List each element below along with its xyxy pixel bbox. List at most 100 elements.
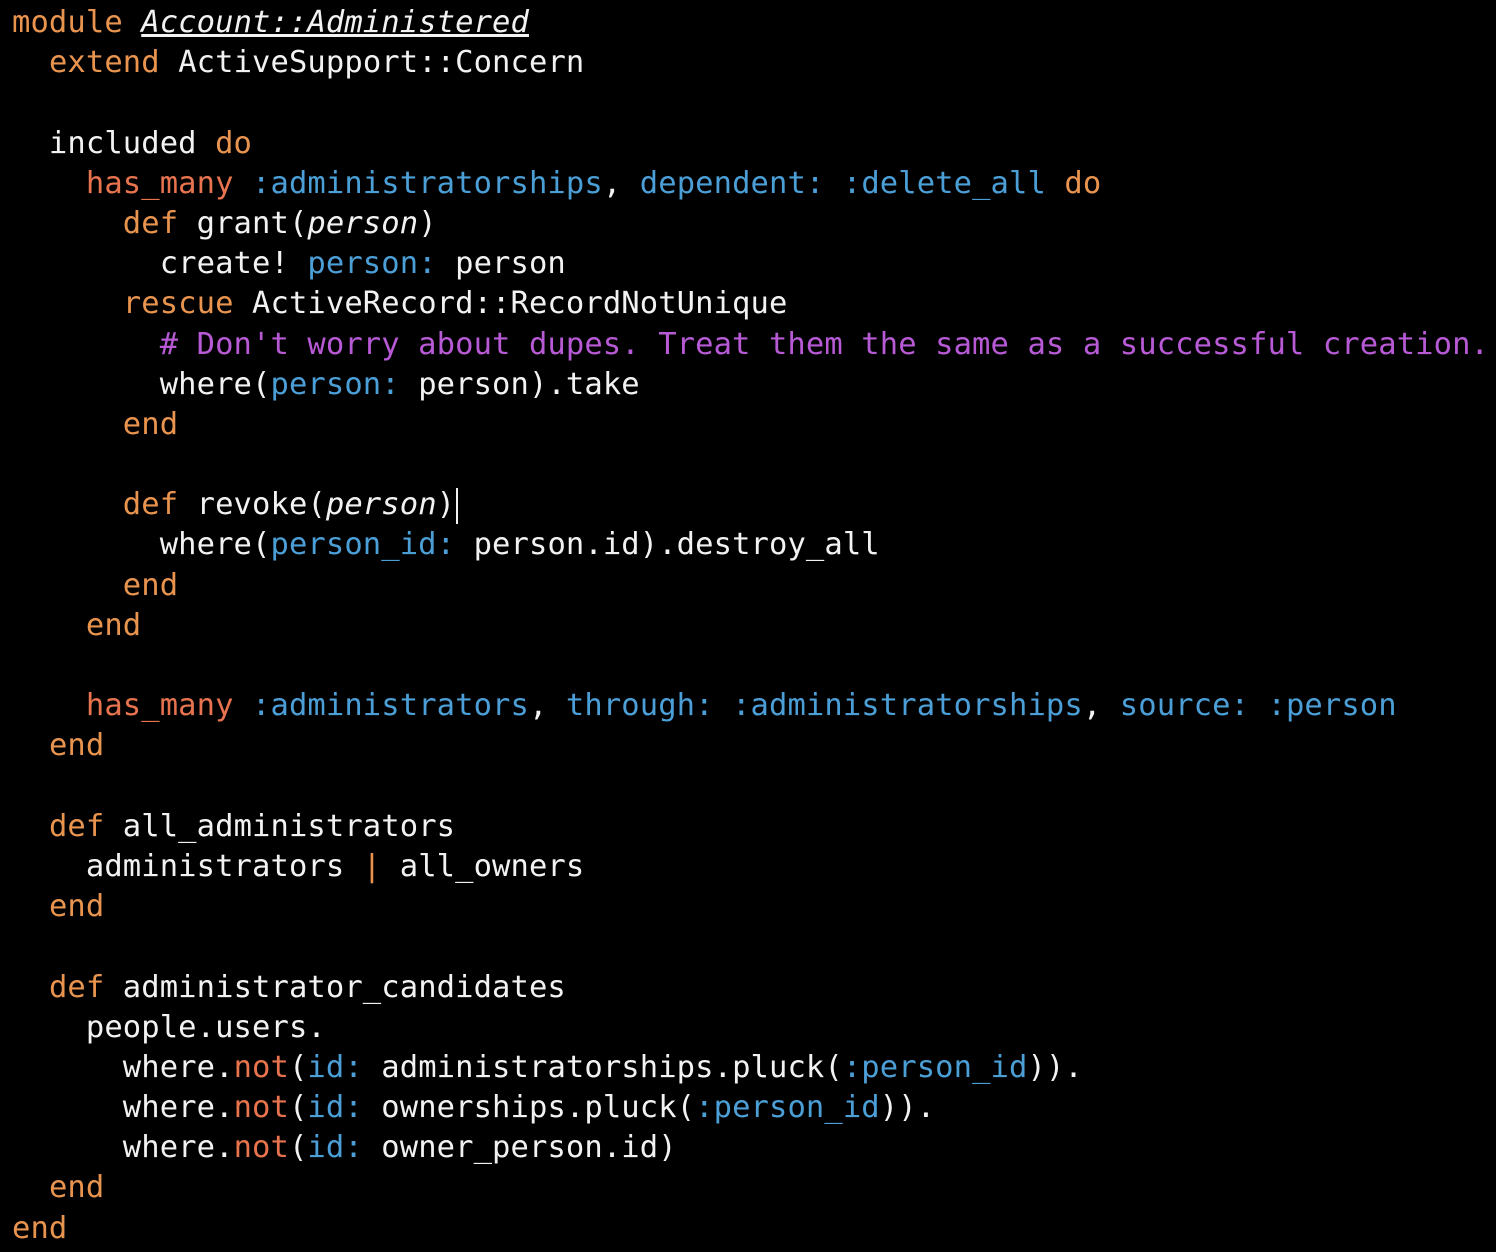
code-line[interactable]: administrators | all_owners: [0, 847, 1496, 887]
code-token: owner_person.id): [362, 1130, 677, 1166]
code-token: (: [288, 1090, 308, 1126]
code-line[interactable]: [0, 767, 1496, 807]
code-token: rescue: [122, 286, 234, 322]
code-line[interactable]: extend ActiveSupport::Concern: [0, 43, 1496, 83]
code-line[interactable]: people.users.: [0, 1008, 1496, 1048]
code-token: not: [233, 1090, 289, 1126]
code-token: ,: [1082, 688, 1120, 724]
code-token: end: [48, 728, 105, 764]
code-token: person: [307, 205, 419, 241]
code-line[interactable]: rescue ActiveRecord::RecordNotUnique: [0, 284, 1496, 324]
code-token: ,: [602, 165, 640, 201]
code-token: person: [436, 246, 566, 282]
code-token: end: [48, 1170, 105, 1206]
code-line[interactable]: end: [0, 887, 1496, 927]
code-token: person.id).destroy_all: [455, 527, 880, 563]
code-line[interactable]: where.not(id: ownerships.pluck(:person_i…: [0, 1088, 1496, 1128]
code-line[interactable]: def revoke(person): [0, 485, 1496, 525]
code-token: where.: [12, 1090, 234, 1126]
code-token: def: [122, 205, 179, 241]
code-line[interactable]: where.not(id: owner_person.id): [0, 1128, 1496, 1168]
code-line[interactable]: module Account::Administered: [0, 3, 1496, 43]
code-token: revoke(: [178, 487, 326, 523]
code-line[interactable]: def administrator_candidates: [0, 968, 1496, 1008]
code-line[interactable]: # Don't worry about dupes. Treat them th…: [0, 325, 1496, 365]
code-token: :person_id: [842, 1049, 1028, 1085]
code-editor[interactable]: module Account::Administered extend Acti…: [0, 0, 1496, 1252]
code-token: end: [12, 1210, 68, 1246]
code-line[interactable]: end: [0, 405, 1496, 445]
code-token: not: [233, 1049, 289, 1085]
code-line[interactable]: end: [0, 606, 1496, 646]
text-cursor: [456, 487, 459, 524]
code-token: ,: [528, 688, 566, 724]
code-line[interactable]: def grant(person): [0, 204, 1496, 244]
code-token: person_id:: [270, 527, 456, 563]
code-token: id:: [307, 1049, 363, 1085]
code-token: administrator_candidates: [104, 969, 566, 1005]
code-token: ): [436, 487, 456, 523]
code-token: person:: [307, 246, 437, 282]
code-line[interactable]: has_many :administrators, through: :admi…: [0, 686, 1496, 726]
code-token: where(: [12, 366, 271, 402]
code-token: ActiveSupport::Concern: [178, 45, 585, 81]
code-token: def: [48, 808, 105, 844]
code-line[interactable]: end: [0, 1168, 1496, 1208]
code-token: through: :administratorships: [565, 688, 1083, 724]
code-line[interactable]: [0, 83, 1496, 123]
code-token: do: [1045, 165, 1102, 201]
code-line[interactable]: end: [0, 726, 1496, 766]
code-token: people.users.: [12, 1009, 326, 1045]
code-token: where.: [12, 1049, 234, 1085]
code-line[interactable]: where(person_id: person.id).destroy_all: [0, 525, 1496, 565]
code-token: do: [215, 125, 253, 161]
code-line[interactable]: end: [0, 566, 1496, 606]
code-token: module: [12, 5, 142, 40]
code-token: (: [288, 1049, 308, 1085]
code-line[interactable]: [0, 445, 1496, 485]
code-token: person:: [270, 366, 400, 402]
code-token: person).take: [399, 366, 640, 402]
code-token: dependent: :delete_all: [639, 165, 1046, 201]
code-token: id:: [307, 1130, 363, 1166]
code-token: :administrators: [233, 688, 529, 724]
code-line[interactable]: end: [0, 1209, 1496, 1249]
code-line[interactable]: where.not(id: administratorships.pluck(:…: [0, 1048, 1496, 1088]
code-token: administrators: [12, 848, 363, 884]
code-line[interactable]: where(person: person).take: [0, 365, 1496, 405]
code-token: end: [85, 607, 142, 643]
code-token: :person_id: [695, 1090, 880, 1126]
code-line[interactable]: [0, 646, 1496, 686]
code-line[interactable]: def all_administrators: [0, 807, 1496, 847]
code-token: source: :person: [1119, 688, 1397, 724]
code-line[interactable]: included do: [0, 124, 1496, 164]
code-token: create!: [12, 246, 308, 282]
code-token: (: [288, 1130, 308, 1166]
code-token: def: [48, 969, 105, 1005]
code-token: person: [325, 487, 437, 523]
code-token: end: [122, 567, 179, 603]
code-line[interactable]: [0, 927, 1496, 967]
code-token: administratorships.pluck(: [362, 1049, 843, 1085]
code-token: extend: [48, 45, 179, 81]
code-token: def: [122, 487, 179, 523]
code-token: Account::Administered: [141, 5, 529, 40]
code-token: end: [122, 406, 179, 442]
code-line[interactable]: create! person: person: [0, 244, 1496, 284]
code-line[interactable]: has_many :administratorships, dependent:…: [0, 164, 1496, 204]
code-token: # Don't worry about dupes. Treat them th…: [159, 326, 1490, 362]
